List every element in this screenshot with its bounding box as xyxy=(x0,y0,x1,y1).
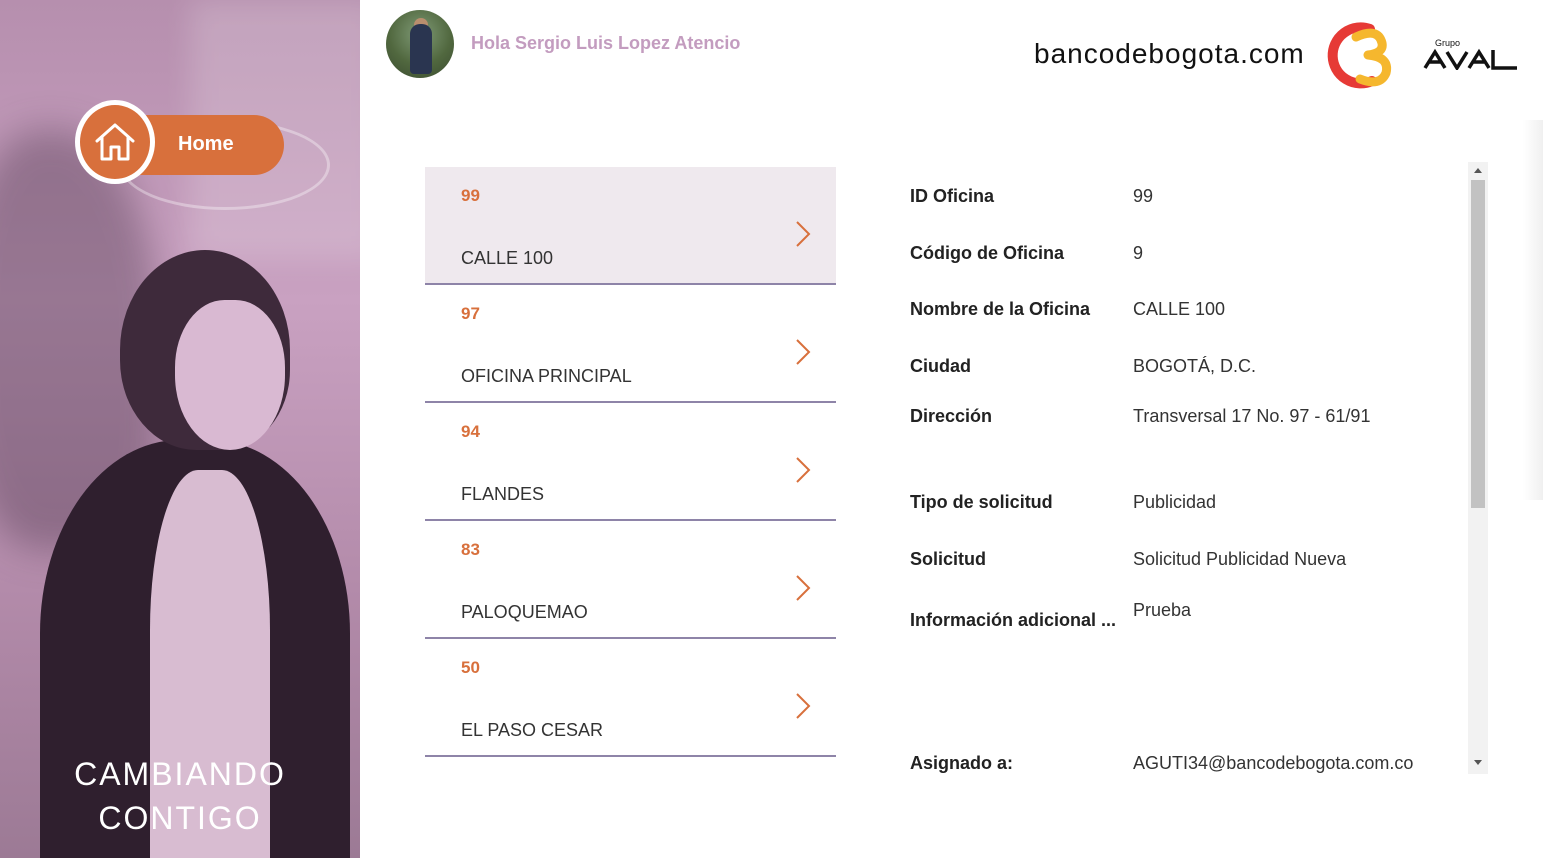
office-name: PALOQUEMAO xyxy=(461,602,588,622)
hero-person-face xyxy=(175,300,285,450)
banco-de-bogota-logo-icon xyxy=(1327,22,1392,89)
office-list-item[interactable]: 94 FLANDES xyxy=(425,403,836,521)
hero-slogan: CAMBIANDO CONTIGO xyxy=(0,752,360,840)
office-details-panel: ID Oficina 99 Código de Oficina 9 Nombre… xyxy=(910,167,1460,777)
detail-value: BOGOTÁ, D.C. xyxy=(1133,356,1257,376)
brand-domain: bancodebogota.com xyxy=(1034,38,1305,69)
avatar[interactable] xyxy=(386,10,454,78)
office-list-item[interactable]: 83 PALOQUEMAO xyxy=(425,521,836,639)
hero-slogan-line1: CAMBIANDO xyxy=(74,756,286,792)
avatar-figure xyxy=(410,24,432,74)
detail-label: Asignado a: xyxy=(910,753,1014,773)
edge-shadow xyxy=(1523,120,1543,500)
details-scrollbar[interactable] xyxy=(1468,162,1488,774)
detail-label: Información adicional ... xyxy=(910,610,1117,630)
chevron-right-icon[interactable] xyxy=(793,573,813,603)
detail-value: Solicitud Publicidad Nueva xyxy=(1133,549,1347,569)
detail-value: Transversal 17 No. 97 - 61/91 xyxy=(1133,406,1371,426)
detail-value: 9 xyxy=(1133,243,1144,263)
user-greeting: Hola Sergio Luis Lopez Atencio xyxy=(471,33,741,53)
detail-label: ID Oficina xyxy=(910,186,995,206)
chevron-right-icon[interactable] xyxy=(793,337,813,367)
office-id: 83 xyxy=(461,540,480,559)
detail-label: Ciudad xyxy=(910,356,971,376)
office-name: OFICINA PRINCIPAL xyxy=(461,366,632,386)
office-id: 94 xyxy=(461,422,480,441)
detail-value: Publicidad xyxy=(1133,492,1217,512)
office-name: EL PASO CESAR xyxy=(461,720,604,740)
aval-wordmark-icon xyxy=(1423,48,1517,70)
office-name: CALLE 100 xyxy=(461,248,554,268)
detail-label: Solicitud xyxy=(910,549,986,569)
office-id: 99 xyxy=(461,186,480,205)
detail-label: Código de Oficina xyxy=(910,243,1065,263)
detail-value: CALLE 100 xyxy=(1133,299,1226,319)
detail-label: Tipo de solicitud xyxy=(910,492,1053,512)
detail-value: Prueba xyxy=(1133,600,1192,620)
scroll-up-arrow-icon[interactable] xyxy=(1474,168,1482,173)
hero-slogan-line2: CONTIGO xyxy=(98,800,262,836)
office-list-item[interactable]: 97 OFICINA PRINCIPAL xyxy=(425,285,836,403)
detail-label: Dirección xyxy=(910,406,993,426)
detail-value: 99 xyxy=(1133,186,1154,206)
office-id: 50 xyxy=(461,658,480,677)
office-list-item[interactable]: 50 EL PASO CESAR xyxy=(425,639,836,757)
office-name: FLANDES xyxy=(461,484,545,504)
grupo-aval-small-label: Grupo xyxy=(1435,38,1461,48)
office-list: 99 CALLE 100 97 OFICINA PRINCIPAL 94 FLA… xyxy=(425,167,836,757)
grupo-aval-logo: Grupo xyxy=(1423,38,1519,72)
detail-value: AGUTI34@bancodebogota.com.co xyxy=(1133,753,1414,773)
home-icon-button[interactable] xyxy=(75,100,155,184)
chevron-right-icon[interactable] xyxy=(793,691,813,721)
scroll-down-arrow-icon[interactable] xyxy=(1474,760,1482,765)
detail-label: Nombre de la Oficina xyxy=(910,299,1091,319)
chevron-right-icon[interactable] xyxy=(793,219,813,249)
office-id: 97 xyxy=(461,304,480,323)
chevron-right-icon[interactable] xyxy=(793,455,813,485)
scrollbar-thumb[interactable] xyxy=(1471,180,1485,508)
home-icon xyxy=(95,123,135,161)
home-button-label: Home xyxy=(178,133,234,155)
office-list-item[interactable]: 99 CALLE 100 xyxy=(425,167,836,285)
